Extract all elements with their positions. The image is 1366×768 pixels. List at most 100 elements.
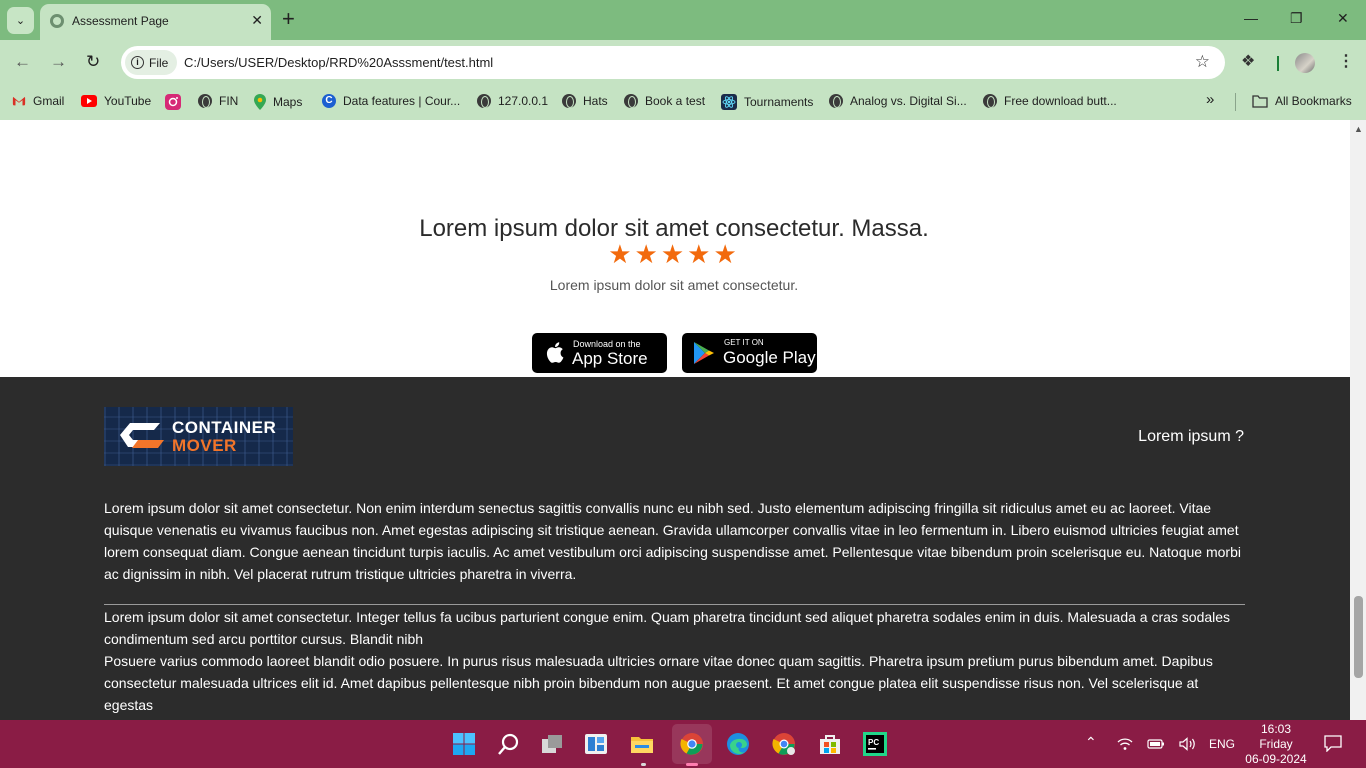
app-store-button[interactable]: Download on the App Store xyxy=(532,333,667,373)
footer-paragraph-2: Lorem ipsum dolor sit amet consectetur. … xyxy=(104,609,1231,647)
bookmark-fin[interactable]: FIN xyxy=(198,94,238,108)
bookmark-label: 127.0.0.1 xyxy=(498,94,549,108)
site-info-chip[interactable]: i File xyxy=(125,50,178,75)
all-bookmarks-label: All Bookmarks xyxy=(1275,94,1352,108)
logo-text-mover: MOVER xyxy=(172,436,237,455)
folder-icon xyxy=(1252,94,1268,108)
bookmark-label: Book a test xyxy=(645,94,706,108)
explorer-running-indicator xyxy=(641,763,646,766)
site-info-label: File xyxy=(149,55,169,70)
search-icon[interactable] xyxy=(497,732,521,756)
page-scrollbar[interactable]: ▲ xyxy=(1350,120,1366,720)
url-text[interactable]: C:/Users/USER/Desktop/RRD%20Asssment/tes… xyxy=(184,55,493,70)
chrome-profile-icon[interactable] xyxy=(772,732,796,756)
new-tab-button[interactable]: + xyxy=(282,8,295,30)
app-store-big-text: App Store xyxy=(572,349,648,368)
clock-date: 06-09-2024 xyxy=(1245,752,1307,766)
menu-icon[interactable]: ⋮ xyxy=(1338,51,1354,71)
widgets-icon[interactable] xyxy=(584,732,608,756)
close-tab-icon[interactable]: ✕ xyxy=(251,12,263,29)
windows-start-icon[interactable] xyxy=(452,732,476,756)
forward-icon[interactable]: → xyxy=(50,52,67,72)
bookmark-book-a-test[interactable]: Book a test xyxy=(624,94,705,108)
info-icon: i xyxy=(131,56,144,69)
volume-icon[interactable] xyxy=(1179,737,1197,751)
star-icon: ★ xyxy=(687,239,714,269)
extensions-icon[interactable]: ❖ xyxy=(1241,51,1255,71)
globe-icon xyxy=(50,14,64,28)
bookmark-star-icon[interactable]: ☆ xyxy=(1195,52,1210,72)
file-explorer-icon[interactable] xyxy=(630,732,654,756)
globe-icon xyxy=(562,94,576,108)
clock-day: Friday xyxy=(1259,737,1293,751)
container-mover-logo[interactable]: CONTAINER MOVER xyxy=(104,407,293,466)
battery-icon[interactable] xyxy=(1147,738,1165,750)
window-close-icon[interactable]: ✕ xyxy=(1337,10,1349,27)
globe-icon xyxy=(983,94,997,108)
bookmark-label: Maps xyxy=(273,95,303,109)
logo-mark-icon xyxy=(120,423,164,448)
bookmark-tournaments[interactable]: Tournaments xyxy=(721,94,813,110)
google-play-icon xyxy=(694,342,714,364)
system-clock[interactable]: 16:03 Friday 06-09-2024 xyxy=(1238,722,1314,767)
wifi-icon[interactable] xyxy=(1117,737,1133,751)
bookmark-hats[interactable]: Hats xyxy=(562,94,608,108)
instagram-icon xyxy=(165,94,181,110)
globe-icon xyxy=(477,94,491,108)
react-icon xyxy=(721,94,737,110)
star-icon: ★ xyxy=(634,239,661,269)
chrome-icon[interactable] xyxy=(680,732,704,756)
bookmark-gmail[interactable]: Gmail xyxy=(12,94,64,108)
bookmark-localhost[interactable]: 127.0.0.1 xyxy=(477,94,548,108)
reload-icon[interactable]: ↻ xyxy=(86,52,100,72)
bookmark-analog-vs-digital[interactable]: Analog vs. Digital Si... xyxy=(829,94,967,108)
notifications-icon[interactable] xyxy=(1324,735,1342,752)
google-play-button[interactable]: GET IT ON Google Play xyxy=(682,333,817,373)
google-play-big-text: Google Play xyxy=(723,348,816,367)
bookmark-coursera[interactable]: C Data features | Cour... xyxy=(322,94,460,108)
bookmark-maps[interactable]: Maps xyxy=(254,94,302,110)
restore-icon[interactable]: ❐ xyxy=(1290,10,1303,27)
bookmark-instagram[interactable] xyxy=(165,94,181,110)
pycharm-icon[interactable]: PC xyxy=(863,732,887,756)
star-icon: ★ xyxy=(608,239,635,269)
address-bar[interactable]: i File C:/Users/USER/Desktop/RRD%20Asssm… xyxy=(121,46,1225,79)
bookmark-youtube[interactable]: YouTube xyxy=(81,94,151,108)
footer-paragraph-3: Posuere varius commodo laoreet blandit o… xyxy=(104,653,1213,713)
all-bookmarks-button[interactable]: All Bookmarks xyxy=(1252,94,1352,108)
app-store-small-text: Download on the xyxy=(573,339,641,349)
bookmarks-overflow-button[interactable]: » xyxy=(1206,91,1214,108)
bookmark-label: FIN xyxy=(219,94,239,108)
task-view-icon[interactable] xyxy=(540,732,564,756)
browser-toolbar: ← → ↻ i File C:/Users/USER/Desktop/RRD%2… xyxy=(0,40,1366,85)
bookmark-label: Data features | Cour... xyxy=(343,94,461,108)
minimize-icon[interactable]: — xyxy=(1244,10,1258,26)
globe-icon xyxy=(198,94,212,108)
show-hidden-icons-chevron[interactable]: ⌃ xyxy=(1085,734,1097,751)
svg-text:PC: PC xyxy=(868,738,879,747)
tab-title: Assessment Page xyxy=(72,14,169,28)
globe-icon xyxy=(624,94,638,108)
star-icon: ★ xyxy=(660,239,688,269)
edge-icon[interactable] xyxy=(726,732,750,756)
gmail-icon xyxy=(12,96,26,106)
star-rating: ★★★★★ xyxy=(0,239,1348,270)
bookmark-free-download[interactable]: Free download butt... xyxy=(983,94,1117,108)
google-play-small-text: GET IT ON xyxy=(724,338,764,347)
bookmark-label: YouTube xyxy=(104,94,152,108)
tab-assessment-page[interactable]: Assessment Page ✕ xyxy=(40,4,271,40)
footer-paragraph-1: Lorem ipsum dolor sit amet consectetur. … xyxy=(104,500,1241,582)
footer-question-link[interactable]: Lorem ipsum ? xyxy=(1138,428,1244,446)
bookmark-label: Hats xyxy=(583,94,608,108)
bookmark-label: Free download butt... xyxy=(1004,94,1117,108)
back-icon[interactable]: ← xyxy=(14,52,31,72)
tab-search-button[interactable]: ⌄ xyxy=(7,7,34,34)
microsoft-store-icon[interactable] xyxy=(818,732,842,756)
profile-avatar[interactable] xyxy=(1295,53,1315,73)
language-indicator[interactable]: ENG xyxy=(1209,737,1235,751)
scroll-up-icon[interactable]: ▲ xyxy=(1354,124,1363,134)
windows-taskbar: PC ⌃ ENG 16:03 Friday 06-09-2024 xyxy=(0,720,1366,768)
bookmarks-bar: Gmail YouTube FIN Maps C Data features |… xyxy=(0,85,1366,120)
scrollbar-thumb[interactable] xyxy=(1354,596,1363,678)
bookmark-label: Analog vs. Digital Si... xyxy=(850,94,967,108)
